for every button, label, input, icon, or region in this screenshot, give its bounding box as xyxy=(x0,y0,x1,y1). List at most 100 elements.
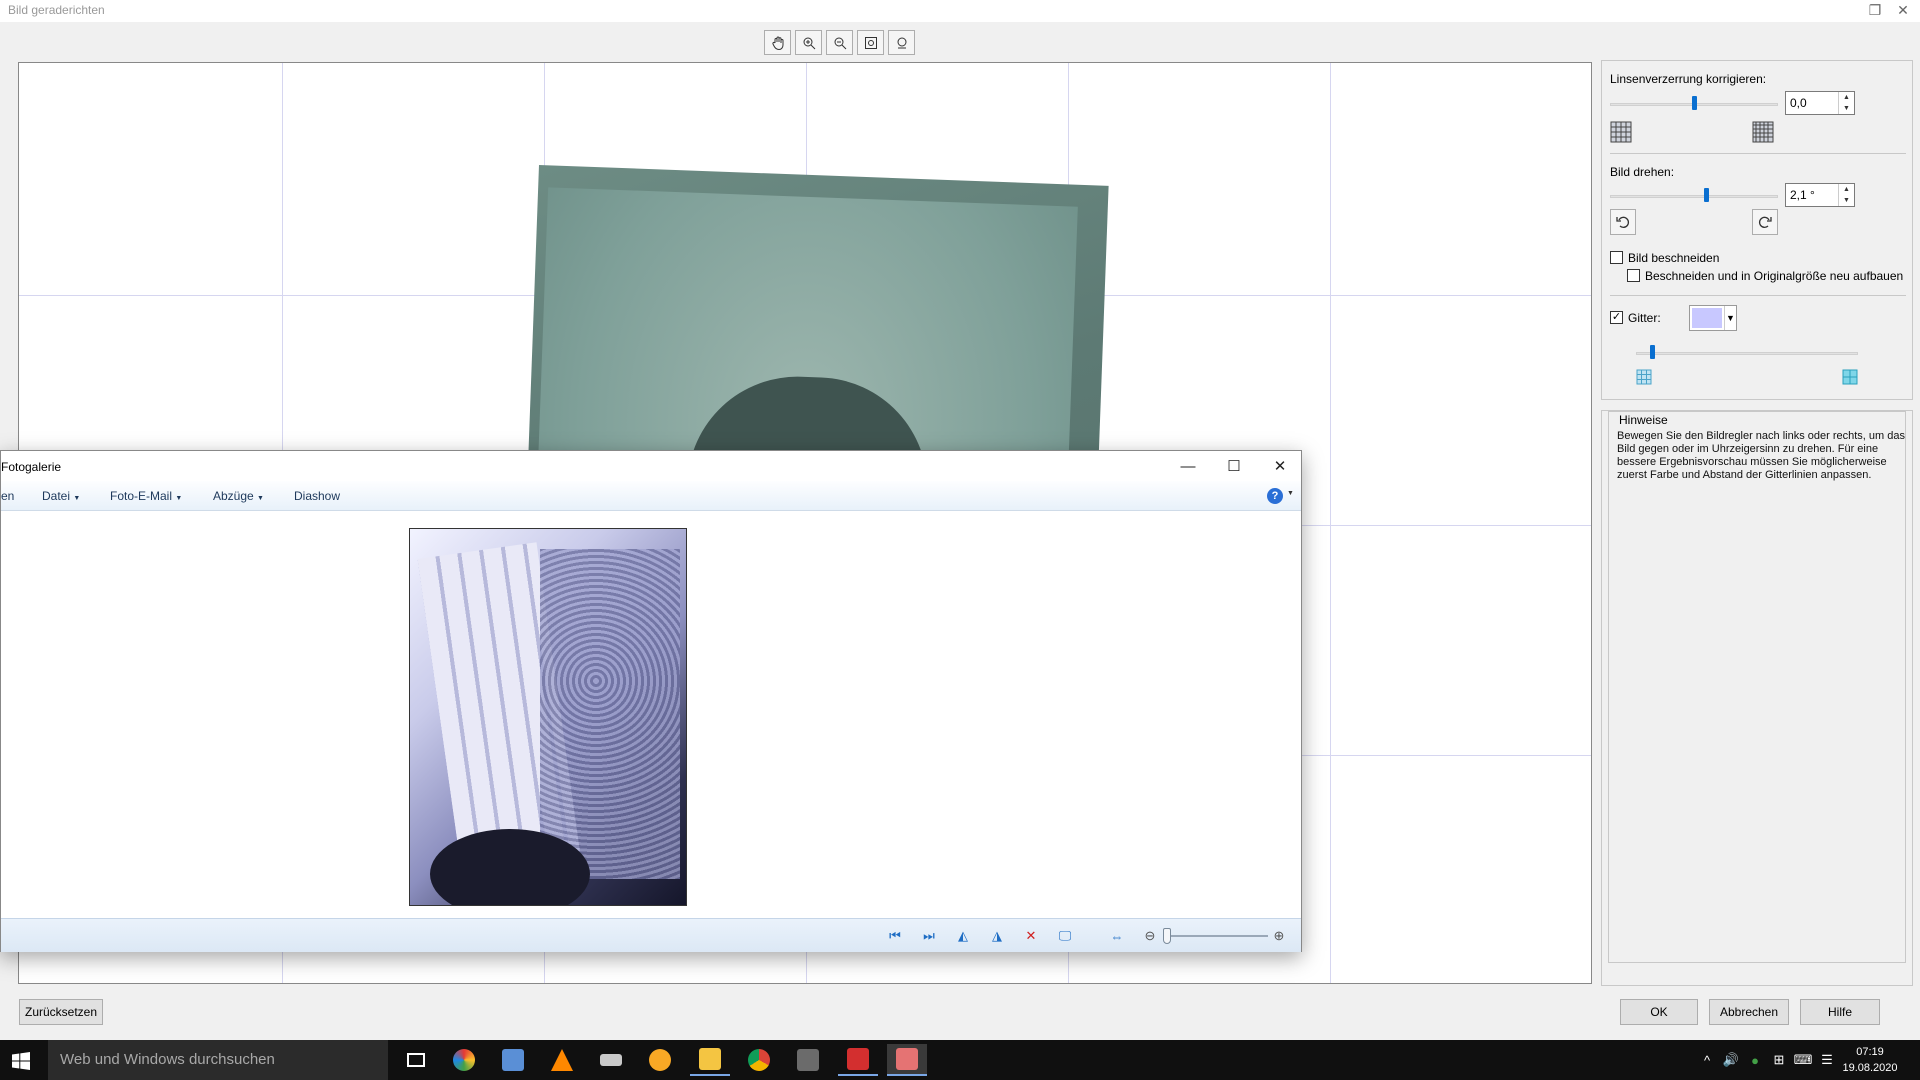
straighten-settings-panel: Linsenverzerrung korrigieren: 0,0 ▲ ▼ Bil… xyxy=(1601,60,1913,400)
hints-title: Hinweise xyxy=(1617,413,1670,427)
chrome-icon[interactable] xyxy=(739,1044,779,1076)
rotate-left-icon[interactable]: ◭ xyxy=(953,927,973,945)
zoom-out-icon[interactable]: ⊖ xyxy=(1140,927,1160,945)
restore-icon[interactable]: ❐ xyxy=(1860,0,1890,20)
help-button[interactable]: Hilfe xyxy=(1800,999,1880,1025)
grid-spacing-slider-thumb[interactable] xyxy=(1649,345,1655,359)
zoom-slider[interactable] xyxy=(1166,935,1268,937)
fit-icon[interactable]: ⇔ xyxy=(1107,927,1127,945)
menu-item-partial[interactable]: en xyxy=(1,489,14,503)
taskbar-search-input[interactable]: Web und Windows durchsuchen xyxy=(48,1040,388,1080)
rotate-slider-thumb[interactable] xyxy=(1703,188,1709,202)
clock-time: 07:19 xyxy=(1856,1046,1884,1058)
grid-fine-icon xyxy=(1636,369,1652,388)
chevron-down-icon[interactable]: ▼ xyxy=(1724,306,1736,330)
rotate-ccw-icon xyxy=(1616,216,1629,228)
spin-up-icon[interactable]: ▲ xyxy=(1839,92,1854,103)
gallery-bottom-toolbar: ⏮ ⏭ ◭ ◮ ✕ 🖵 ⇔ ⊖ ⊕ xyxy=(1,918,1301,952)
lens-distortion-slider-thumb[interactable] xyxy=(1692,96,1697,110)
help-icon[interactable]: ? xyxy=(1267,488,1283,504)
spin-down-icon[interactable]: ▼ xyxy=(1839,195,1854,206)
fit-to-window-icon[interactable] xyxy=(857,30,884,55)
pincushion-grid-icon[interactable] xyxy=(1752,121,1774,143)
crop-checkbox[interactable] xyxy=(1610,251,1623,264)
delete-icon[interactable]: ✕ xyxy=(1021,927,1041,945)
grid-color-picker[interactable]: ▼ xyxy=(1689,305,1737,331)
gallery-image-view[interactable] xyxy=(1,512,1301,918)
taskbar-clock[interactable]: 07:19 19.08.2020 xyxy=(1840,1044,1900,1076)
barrel-grid-icon[interactable] xyxy=(1610,121,1632,143)
window-titlebar: Bild geraderichten ❐ ✕ xyxy=(0,0,1920,22)
security-icon[interactable]: ● xyxy=(1743,1053,1767,1068)
reset-button[interactable]: Zurücksetzen xyxy=(19,999,103,1025)
close-icon[interactable]: ✕ xyxy=(1257,451,1303,481)
minimize-icon[interactable]: — xyxy=(1165,451,1211,481)
crop-label: Bild beschneiden xyxy=(1628,251,1720,265)
grid-checkbox[interactable]: ✓ xyxy=(1610,311,1623,324)
spin-up-icon[interactable]: ▲ xyxy=(1839,184,1854,195)
gallery-menu-bar: en Datei ▼ Foto-E-Mail ▼ Abzüge ▼ Diasho… xyxy=(1,481,1301,511)
spin-down-icon[interactable]: ▼ xyxy=(1839,103,1854,114)
task-view-icon[interactable] xyxy=(396,1044,436,1076)
lens-distortion-value: 0,0 xyxy=(1790,96,1807,110)
cancel-button[interactable]: Abbrechen xyxy=(1709,999,1789,1025)
zoom-in-icon[interactable]: ⊕ xyxy=(1269,927,1289,945)
rotate-right-icon[interactable]: ◮ xyxy=(987,927,1007,945)
hints-panel: Hinweise Bewegen Sie den Bildregler nach… xyxy=(1601,410,1913,986)
chevron-down-icon: ▼ xyxy=(73,495,81,502)
network-icon[interactable]: ⊞ xyxy=(1767,1052,1791,1068)
gallery-photo xyxy=(409,528,687,906)
media-app-icon[interactable] xyxy=(640,1044,680,1076)
menu-item-foto-email[interactable]: Foto-E-Mail ▼ xyxy=(110,489,182,503)
rotate-cw-icon xyxy=(1759,216,1772,228)
clock-date: 19.08.2020 xyxy=(1842,1062,1898,1074)
rotate-spinbox[interactable]: 2,1 ° ▲ ▼ xyxy=(1785,183,1855,207)
rotate-label: Bild drehen: xyxy=(1610,165,1675,179)
previous-icon[interactable]: ⏮ xyxy=(885,927,905,945)
keyboard-icon[interactable]: ⌨ xyxy=(1791,1052,1815,1068)
notifications-icon[interactable]: ☰ xyxy=(1815,1052,1839,1068)
crop-rebuild-checkbox[interactable] xyxy=(1627,269,1640,282)
lens-distortion-spinbox[interactable]: 0,0 ▲ ▼ xyxy=(1785,91,1855,115)
close-icon[interactable]: ✕ xyxy=(1888,0,1918,20)
photo-gallery-window[interactable]: Fotogalerie — ☐ ✕ en Datei ▼ Foto-E-Mail… xyxy=(0,450,1302,952)
photo-editor-app-icon[interactable] xyxy=(887,1044,927,1076)
photo-app-icon[interactable] xyxy=(444,1044,484,1076)
taskbar: Web und Windows durchsuchen ^ 🔊 ● ⊞ ⌨ ☰ … xyxy=(0,1040,1920,1080)
camera-app-icon[interactable] xyxy=(788,1044,828,1076)
maximize-icon[interactable]: ☐ xyxy=(1211,451,1257,481)
hints-text: Bewegen Sie den Bildregler nach links od… xyxy=(1617,430,1905,481)
actual-size-icon[interactable] xyxy=(888,30,915,55)
image-viewer-icon[interactable] xyxy=(493,1044,533,1076)
rotate-left-button[interactable] xyxy=(1610,209,1636,235)
windows-start-icon[interactable] xyxy=(12,1052,30,1073)
rotate-right-button[interactable] xyxy=(1752,209,1778,235)
next-icon[interactable]: ⏭ xyxy=(919,927,939,945)
menu-item-datei[interactable]: Datei ▼ xyxy=(42,489,80,503)
volume-icon[interactable]: 🔊 xyxy=(1719,1052,1743,1068)
crop-rebuild-label: Beschneiden und in Originalgröße neu auf… xyxy=(1645,269,1904,283)
zoom-out-icon[interactable] xyxy=(826,30,853,55)
file-explorer-icon[interactable] xyxy=(690,1044,730,1076)
grid-color-swatch xyxy=(1692,308,1722,328)
menu-item-diashow[interactable]: Diashow xyxy=(294,489,340,503)
pan-hand-icon[interactable] xyxy=(764,30,791,55)
chevron-down-icon[interactable]: ▼ xyxy=(1287,490,1294,497)
menu-item-abzuege[interactable]: Abzüge ▼ xyxy=(213,489,264,503)
chevron-down-icon: ▼ xyxy=(257,495,264,502)
ok-button[interactable]: OK xyxy=(1620,999,1698,1025)
lens-distortion-label: Linsenverzerrung korrigieren: xyxy=(1610,72,1767,86)
window-title: Bild geraderichten xyxy=(8,3,105,17)
chevron-down-icon: ▼ xyxy=(175,495,183,502)
grid-spacing-slider[interactable] xyxy=(1636,352,1858,355)
gallery-title: Fotogalerie xyxy=(1,460,62,474)
scanner-icon[interactable] xyxy=(591,1044,631,1076)
slideshow-icon[interactable]: 🖵 xyxy=(1055,927,1075,945)
gallery-app-icon[interactable] xyxy=(838,1044,878,1076)
vlc-icon[interactable] xyxy=(542,1044,582,1076)
rotate-slider[interactable] xyxy=(1610,195,1778,198)
system-tray: ^ 🔊 ● ⊞ ⌨ ☰ xyxy=(1695,1040,1839,1080)
zoom-in-icon[interactable] xyxy=(795,30,822,55)
chevron-up-icon[interactable]: ^ xyxy=(1695,1053,1719,1068)
zoom-slider-thumb[interactable] xyxy=(1163,928,1171,944)
